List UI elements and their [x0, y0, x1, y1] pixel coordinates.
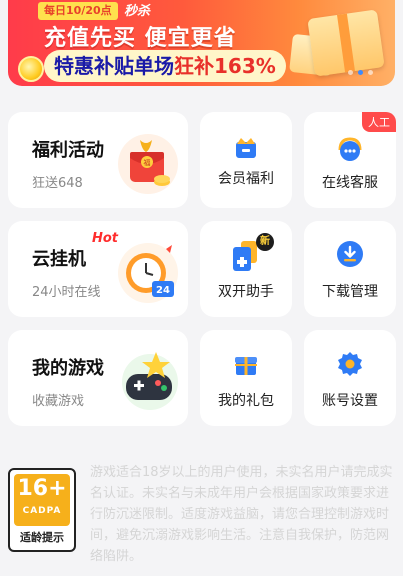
promo-headline: 充值先买 便宜更省: [44, 26, 237, 51]
card-label: 双开助手: [218, 284, 274, 300]
banner-dot[interactable]: [368, 70, 373, 75]
card-title: 福利活动: [32, 140, 104, 161]
card-label: 会员福利: [218, 171, 274, 187]
card-label: 在线客服: [322, 175, 378, 191]
promo-time-tag: 每日10/20点: [38, 2, 118, 20]
my-games-card[interactable]: 我的游戏 收藏游戏: [8, 330, 188, 426]
age-rating-org: CADPA: [22, 506, 62, 516]
cloud-hangup-card[interactable]: 云挂机 24小时在线 Hot 24: [8, 221, 188, 317]
promo-subsidy-prefix: 特惠补贴单场: [54, 54, 174, 78]
coin-icon: [18, 56, 44, 82]
age-rating-box: 16+ CADPA: [14, 474, 70, 526]
gamepad-icon: [122, 352, 178, 410]
hot-label: Hot: [92, 231, 119, 246]
settings-gear-icon: [338, 352, 362, 376]
welfare-activity-card[interactable]: 福利活动 狂送648 福: [8, 112, 188, 208]
download-icon: [337, 241, 363, 267]
alarm-clock-icon: 24: [118, 243, 178, 303]
member-benefits-card[interactable]: 会员福利: [200, 112, 292, 208]
age-rating-number: 16+: [17, 476, 67, 501]
gift-box-image: [307, 9, 385, 77]
banner-dot[interactable]: [348, 70, 353, 75]
card-label: 账号设置: [322, 393, 378, 409]
svg-text:福: 福: [144, 158, 151, 167]
anti-addiction-notice: 游戏适合18岁以上的用户使用，未实名用户请完成实名认证。未实名与未成年用户会根据…: [90, 465, 393, 564]
seckill-label: 秒杀: [124, 4, 151, 19]
manual-badge: 人工: [362, 112, 396, 132]
promo-subsidy-pill: 特惠补贴单场狂补163%: [44, 50, 286, 82]
card-title: 云挂机: [32, 249, 86, 270]
banner-pagination[interactable]: [348, 70, 373, 75]
gift-icon: [235, 357, 257, 375]
dual-open-card[interactable]: 新 双开助手: [200, 221, 292, 317]
promo-banner[interactable]: 每日10/20点 秒杀 充值先买 便宜更省 特惠补贴单场狂补163%: [8, 0, 395, 86]
card-subtitle: 收藏游戏: [32, 394, 85, 409]
card-label: 下载管理: [322, 284, 378, 300]
crown-icon: [236, 138, 256, 158]
red-envelope-icon: 福: [118, 134, 178, 194]
account-settings-card[interactable]: 账号设置: [304, 330, 396, 426]
download-manager-card[interactable]: 下载管理: [304, 221, 396, 317]
age-rating-label: 适龄提示: [20, 531, 64, 544]
new-badge: 新: [256, 233, 274, 251]
headset-icon: [338, 137, 362, 161]
card-title: 我的游戏: [32, 358, 104, 379]
promo-subsidy-highlight: 狂补163%: [174, 54, 276, 78]
age-rating-badge: 16+ CADPA 适龄提示: [8, 468, 76, 552]
card-label: 我的礼包: [218, 393, 274, 409]
clock-number: 24: [156, 285, 170, 296]
banner-dot-active[interactable]: [358, 70, 363, 75]
my-gift-pack-card[interactable]: 我的礼包: [200, 330, 292, 426]
card-subtitle: 24小时在线: [32, 285, 101, 300]
card-subtitle: 狂送648: [32, 176, 83, 191]
online-service-card[interactable]: 人工 在线客服: [304, 112, 396, 208]
